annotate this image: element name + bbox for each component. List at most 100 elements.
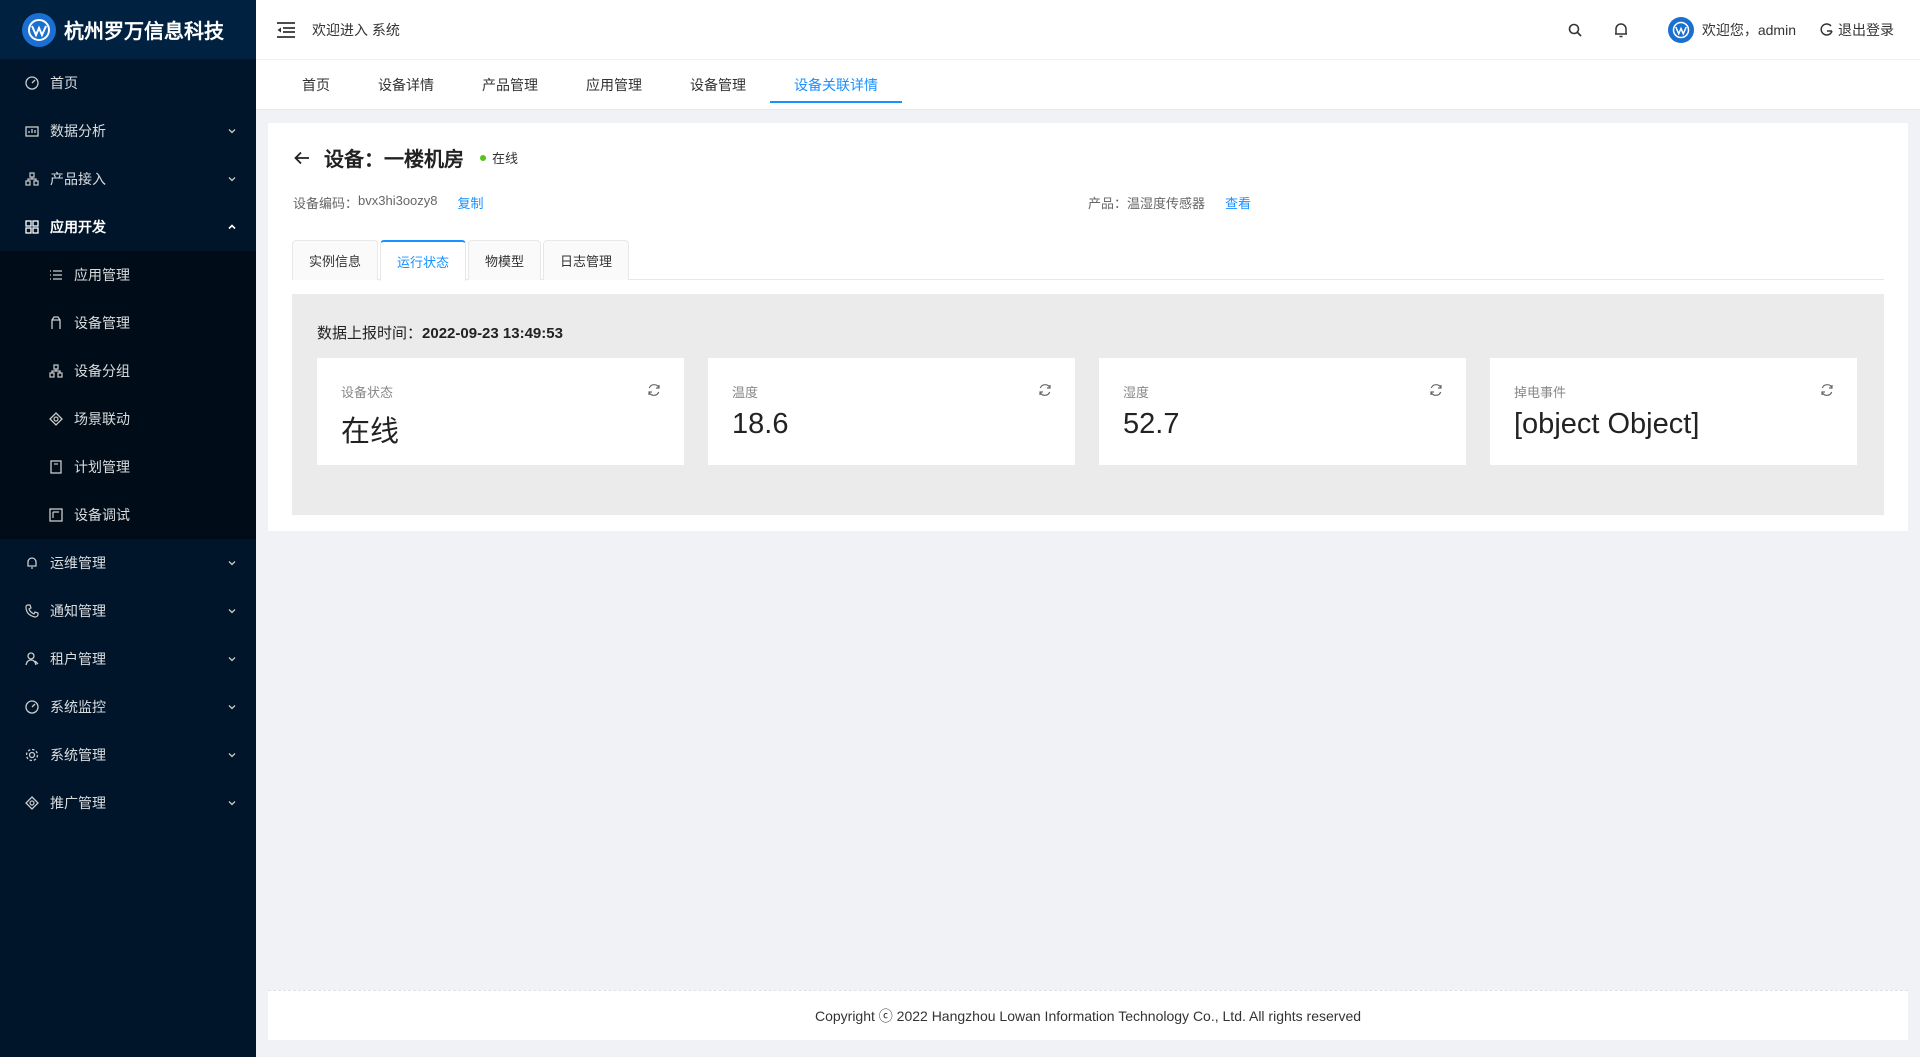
tab-device-relation-detail[interactable]: 设备关联详情: [770, 60, 902, 109]
arrow-left-icon[interactable]: [292, 148, 312, 168]
sidebar-item-notify[interactable]: 通知管理: [0, 587, 256, 635]
report-time: 数据上报时间：2022-09-23 13:49:53: [317, 322, 563, 343]
device-code-label: 设备编码：: [293, 196, 359, 211]
chevron-down-icon: [226, 125, 238, 137]
list-icon: [48, 267, 64, 283]
gear-icon: [24, 747, 40, 763]
user-greeting: 欢迎您，admin: [1701, 21, 1796, 38]
sidebar-subitem-plan-manage[interactable]: 计划管理: [0, 443, 256, 491]
metric-card-humidity: 湿度 52.7: [1099, 358, 1466, 465]
sidebar-item-label: 设备分组: [74, 363, 130, 379]
sidebar-item-home[interactable]: 首页: [0, 59, 256, 107]
metric-value: 18.6: [732, 408, 789, 440]
device-detail-card: 设备：一楼机房 在线 设备编码： bvx3hi3oozy8 复制 产品： 温湿度…: [268, 123, 1908, 531]
chevron-down-icon: [226, 797, 238, 809]
appstore-icon: [24, 219, 40, 235]
tab-device-detail[interactable]: 设备详情: [354, 60, 458, 109]
refresh-icon[interactable]: [1428, 382, 1444, 398]
welcome-text: 欢迎进入 系统: [312, 21, 400, 38]
header-actions: 欢迎您，admin 退出登录: [1552, 0, 1920, 59]
report-time-value: 2022-09-23 13:49:53: [422, 325, 563, 342]
file-icon: [48, 459, 64, 475]
user-menu[interactable]: 欢迎您，admin: [1656, 0, 1808, 60]
tab-product-manage[interactable]: 产品管理: [458, 60, 562, 109]
tab-home[interactable]: 首页: [278, 60, 354, 109]
tab-app-manage[interactable]: 应用管理: [562, 60, 666, 109]
chevron-down-icon: [226, 653, 238, 665]
product-value: 温湿度传感器: [1127, 196, 1206, 211]
title-row: 设备：一楼机房 在线: [292, 143, 518, 172]
status-dot: [480, 154, 486, 161]
chevron-down-icon: [226, 557, 238, 569]
sidebar: 杭州罗万信息科技 首页 数据分析 产品接入 应用开发 应用管理 设备管理 设备分…: [0, 0, 256, 1057]
user-icon: [24, 651, 40, 667]
sidebar-item-label: 数据分析: [50, 123, 106, 139]
sidebar-subitem-scene-linkage[interactable]: 场景联动: [0, 395, 256, 443]
metric-card-device-status: 设备状态 在线: [317, 358, 684, 465]
view-product-link[interactable]: 查看: [1225, 193, 1251, 212]
sidebar-subitem-app-manage[interactable]: 应用管理: [0, 251, 256, 299]
metric-label: 掉电事件: [1514, 385, 1567, 400]
sidebar-item-monitor[interactable]: 系统监控: [0, 683, 256, 731]
logo[interactable]: 杭州罗万信息科技: [0, 0, 256, 59]
cluster-icon: [24, 171, 40, 187]
sidebar-item-app-dev[interactable]: 应用开发: [0, 203, 256, 251]
refresh-icon[interactable]: [1819, 382, 1835, 398]
metric-value: 52.7: [1123, 408, 1180, 440]
sidebar-item-data-analysis[interactable]: 数据分析: [0, 107, 256, 155]
footer: Copyright ⓒ 2022 Hangzhou Lowan Informat…: [268, 990, 1908, 1040]
sidebar-item-label: 推广管理: [50, 795, 106, 811]
chevron-down-icon: [226, 605, 238, 617]
sidebar-item-ops[interactable]: 运维管理: [0, 539, 256, 587]
sidebar-item-system[interactable]: 系统管理: [0, 731, 256, 779]
sidebar-item-label: 系统监控: [50, 699, 106, 715]
sidebar-item-label: 应用管理: [74, 267, 130, 283]
sidebar-subitem-device-debug[interactable]: 设备调试: [0, 491, 256, 539]
sidebar-item-label: 场景联动: [74, 411, 130, 427]
detail-tabs: 实例信息 运行状态 物模型 日志管理: [292, 240, 1884, 281]
menu-fold-icon[interactable]: [274, 18, 298, 42]
submenu-app-dev: 应用管理 设备管理 设备分组 场景联动 计划管理 设备调试: [0, 251, 256, 539]
sidebar-item-label: 应用开发: [50, 219, 106, 235]
tab-thing-model[interactable]: 物模型: [468, 240, 542, 280]
metric-label: 湿度: [1123, 385, 1150, 400]
promotion-icon: [24, 795, 40, 811]
chevron-down-icon: [226, 173, 238, 185]
logout-icon: [1820, 22, 1833, 36]
sidebar-item-label: 系统管理: [50, 747, 106, 763]
logout-button[interactable]: 退出登录: [1808, 0, 1920, 60]
sidebar-item-promotion[interactable]: 推广管理: [0, 779, 256, 827]
search-icon[interactable]: [1552, 0, 1598, 60]
page-tabs: 首页 设备详情 产品管理 应用管理 设备管理 设备关联详情: [256, 60, 1920, 110]
copyright-text: Copyright ⓒ 2022 Hangzhou Lowan Informat…: [814, 1007, 1362, 1024]
tab-run-state[interactable]: 运行状态: [380, 240, 467, 281]
avatar: [1667, 16, 1694, 43]
device-icon: [48, 315, 64, 331]
sidebar-item-tenant[interactable]: 租户管理: [0, 635, 256, 683]
sidebar-item-label: 设备调试: [74, 507, 130, 523]
metric-label: 温度: [732, 385, 759, 400]
copy-button[interactable]: 复制: [458, 193, 484, 212]
bell-icon: [24, 555, 40, 571]
refresh-icon[interactable]: [1037, 382, 1053, 398]
sidebar-item-label: 设备管理: [74, 315, 130, 331]
bell-icon[interactable]: [1598, 0, 1644, 60]
dashboard-icon: [24, 699, 40, 715]
tab-device-manage[interactable]: 设备管理: [666, 60, 770, 109]
phone-icon: [24, 603, 40, 619]
tab-instance-info[interactable]: 实例信息: [292, 240, 379, 280]
sidebar-subitem-device-group[interactable]: 设备分组: [0, 347, 256, 395]
sidebar-item-product-access[interactable]: 产品接入: [0, 155, 256, 203]
product-group: 产品： 温湿度传感器 查看: [1088, 193, 1251, 212]
sidebar-item-label: 运维管理: [50, 555, 106, 571]
chevron-up-icon: [226, 221, 238, 233]
brand-name: 杭州罗万信息科技: [64, 21, 224, 43]
sidebar-item-label: 首页: [50, 75, 78, 91]
device-code-value: bvx3hi3oozy8: [358, 193, 438, 208]
refresh-icon[interactable]: [646, 382, 662, 398]
logo-icon: [22, 12, 56, 47]
sidebar-subitem-device-manage[interactable]: 设备管理: [0, 299, 256, 347]
metric-card-temperature: 温度 18.6: [708, 358, 1075, 465]
status-badge: 在线: [492, 151, 519, 166]
tab-log-manage[interactable]: 日志管理: [543, 240, 630, 280]
